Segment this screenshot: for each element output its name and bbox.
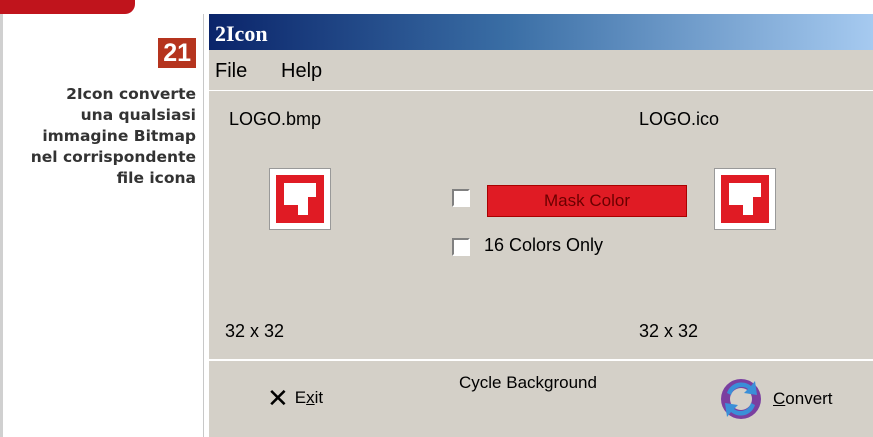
target-filename: LOGO.ico — [639, 109, 720, 129]
menu-bar: File Help — [209, 50, 873, 91]
figure-number: 21 — [158, 38, 196, 68]
cycle-background-label: Cycle Background — [459, 373, 597, 392]
caption-divider — [203, 14, 204, 437]
app-window: 2Icon File Help LOGO.bmp LOGO.ico Mask C… — [209, 14, 873, 437]
sixteen-colors-checkbox[interactable] — [452, 238, 470, 256]
exit-label-suffix: it — [314, 387, 324, 407]
menu-help[interactable]: Help — [281, 60, 322, 83]
menu-file[interactable]: File — [215, 60, 247, 83]
source-filename: LOGO.bmp — [229, 109, 322, 129]
button-bar: ✕ Exit Cycle Background Convert — [209, 359, 873, 437]
convert-label-rest: onvert — [785, 389, 833, 408]
close-icon: ✕ — [267, 383, 289, 413]
title-bar[interactable]: 2Icon — [209, 14, 873, 50]
convert-button[interactable]: Convert — [717, 375, 833, 423]
caption-text: 2Icon converte una qualsiasi immagine Bi… — [0, 84, 196, 189]
figure-caption: 21 2Icon converte una qualsiasi immagine… — [0, 38, 196, 189]
main-panel: LOGO.bmp LOGO.ico Mask Color 16 Colors O… — [209, 91, 873, 359]
source-icon-preview — [269, 168, 331, 230]
target-size: 32 x 32 — [639, 321, 699, 341]
sixteen-colors-label: 16 Colors Only — [484, 235, 604, 255]
exit-label-prefix: E — [294, 387, 307, 407]
mask-color-checkbox[interactable] — [452, 189, 470, 207]
caption-line: nel corrispondente — [30, 148, 196, 166]
exit-label-accelerator: x — [306, 387, 315, 407]
convert-arrows-icon — [721, 379, 761, 419]
caption-line: immagine Bitmap — [42, 127, 196, 145]
mask-color-button[interactable]: Mask Color — [487, 185, 687, 217]
caption-line: una qualsiasi — [80, 106, 196, 124]
logo-icon — [276, 175, 324, 223]
logo-icon — [721, 175, 769, 223]
cycle-background-button[interactable]: Cycle Background — [459, 373, 597, 393]
convert-label-accelerator: C — [773, 389, 786, 408]
window-title: 2Icon — [215, 21, 268, 46]
caption-line: 2Icon converte — [66, 85, 196, 103]
target-icon-preview — [714, 168, 776, 230]
exit-button[interactable]: ✕ Exit — [267, 383, 323, 414]
mask-color-label: Mask Color — [544, 191, 630, 210]
source-size: 32 x 32 — [225, 321, 285, 341]
caption-line: file icona — [116, 169, 196, 187]
section-tab — [0, 0, 135, 14]
